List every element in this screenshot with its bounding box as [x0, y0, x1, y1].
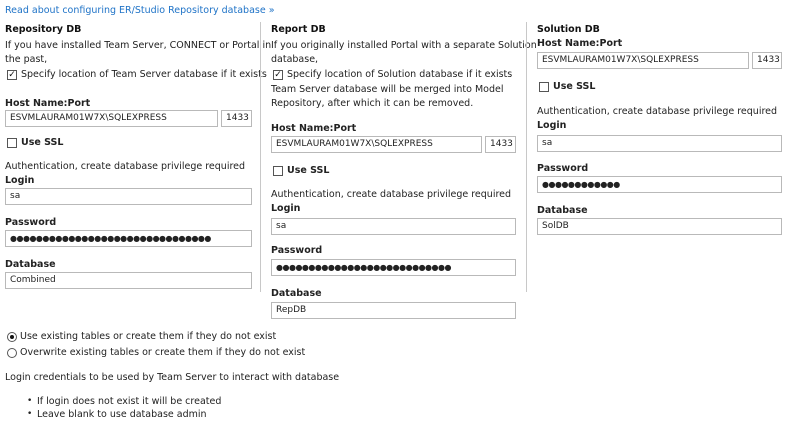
repository-database-input[interactable]: Combined — [5, 272, 252, 289]
report-host-label: Host Name:Port — [271, 123, 357, 134]
solution-password-label: Password — [537, 163, 589, 174]
bullet-icon: • — [27, 396, 33, 406]
solution-database-label: Database — [537, 205, 588, 216]
column-divider — [260, 22, 261, 292]
solution-password-input[interactable]: ●●●●●●●●●●●● — [537, 176, 782, 193]
report-auth-text: Authentication, create database privileg… — [271, 189, 512, 200]
report-merge-note: Team Server database will be merged into… — [271, 83, 503, 111]
solution-db-panel: Solution DB Host Name:Port ESVMLAURAM01W… — [537, 22, 782, 292]
report-ssl-label: Use SSL — [287, 165, 330, 176]
report-password-input[interactable]: ●●●●●●●●●●●●●●●●●●●●●●●●●●● — [271, 259, 516, 276]
solution-ssl-label: Use SSL — [553, 81, 596, 92]
repository-description: If you have installed Team Server, CONNE… — [5, 39, 271, 67]
repository-database-label: Database — [5, 259, 56, 270]
report-specify-label: Specify location of Solution database if… — [287, 69, 513, 80]
repository-ssl-checkbox[interactable] — [7, 138, 17, 148]
repository-specify-checkbox[interactable]: ✓ — [7, 70, 17, 80]
solution-db-title: Solution DB — [537, 24, 600, 35]
repository-login-label: Login — [5, 175, 35, 186]
note-bullet-1: If login does not exist it will be creat… — [37, 396, 222, 407]
bullet-icon: • — [27, 409, 33, 419]
repository-port-input[interactable]: 1433 — [221, 110, 252, 127]
solution-database-input[interactable]: SolDB — [537, 218, 782, 235]
repository-ssl-label: Use SSL — [21, 137, 64, 148]
report-description: If you originally installed Portal with … — [271, 39, 537, 67]
repository-password-label: Password — [5, 217, 57, 228]
repository-password-input[interactable]: ●●●●●●●●●●●●●●●●●●●●●●●●●●●●●●● — [5, 230, 252, 247]
repository-description-line2: the past, — [5, 54, 48, 65]
report-login-label: Login — [271, 203, 301, 214]
repository-login-input[interactable]: sa — [5, 188, 252, 205]
report-database-input[interactable]: RepDB — [271, 302, 516, 319]
column-divider — [526, 22, 527, 292]
configuration-help-link[interactable]: Read about configuring ER/Studio Reposit… — [5, 5, 275, 16]
use-existing-tables-label: Use existing tables or create them if th… — [20, 331, 277, 342]
repository-description-line1: If you have installed Team Server, CONNE… — [5, 40, 272, 51]
solution-host-label: Host Name:Port — [537, 38, 623, 49]
credentials-note: Login credentials to be used by Team Ser… — [5, 372, 340, 383]
report-database-label: Database — [271, 288, 322, 299]
report-specify-checkbox[interactable]: ✓ — [273, 70, 283, 80]
report-merge-line1: Team Server database will be merged into… — [271, 84, 504, 95]
solution-auth-text: Authentication, create database privileg… — [537, 106, 778, 117]
report-description-line2: database, — [271, 54, 319, 65]
report-db-panel: Report DB If you originally installed Po… — [271, 22, 537, 319]
repository-host-label: Host Name:Port — [5, 98, 91, 109]
overwrite-tables-radio[interactable] — [7, 348, 17, 358]
report-password-label: Password — [271, 245, 323, 256]
overwrite-tables-label: Overwrite existing tables or create them… — [20, 347, 306, 358]
repository-auth-text: Authentication, create database privileg… — [5, 161, 246, 172]
report-ssl-checkbox[interactable] — [273, 166, 283, 176]
solution-ssl-checkbox[interactable] — [539, 82, 549, 92]
report-description-line1: If you originally installed Portal with … — [271, 40, 537, 51]
solution-login-input[interactable]: sa — [537, 135, 782, 152]
use-existing-tables-radio[interactable] — [7, 332, 17, 342]
repository-db-title: Repository DB — [5, 24, 82, 35]
repository-db-panel: Repository DB If you have installed Team… — [5, 22, 271, 292]
solution-host-input[interactable]: ESVMLAURAM01W7X\SQLEXPRESS — [537, 52, 749, 69]
report-db-title: Report DB — [271, 24, 326, 35]
report-merge-line2: Repository, after which it can be remove… — [271, 98, 474, 109]
report-port-input[interactable]: 1433 — [485, 136, 516, 153]
repository-host-input[interactable]: ESVMLAURAM01W7X\SQLEXPRESS — [5, 110, 218, 127]
report-host-input[interactable]: ESVMLAURAM01W7X\SQLEXPRESS — [271, 136, 482, 153]
repository-specify-label: Specify location of Team Server database… — [21, 69, 267, 80]
note-bullet-2: Leave blank to use database admin — [37, 409, 207, 420]
report-login-input[interactable]: sa — [271, 218, 516, 235]
solution-port-input[interactable]: 1433 — [752, 52, 782, 69]
solution-login-label: Login — [537, 120, 567, 131]
